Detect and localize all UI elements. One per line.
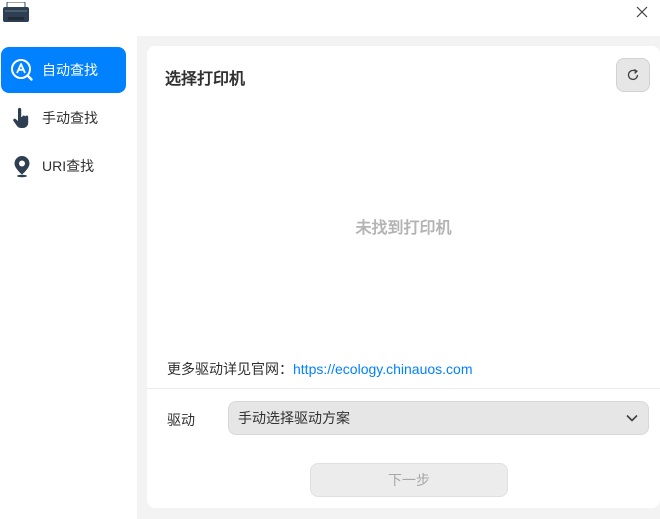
more-drivers-info: 更多驱动详见官网：https://ecology.chinauos.com <box>167 359 473 379</box>
divider <box>147 388 660 389</box>
sidebar-item-manual-search[interactable]: 手动查找 <box>1 95 126 141</box>
hand-pointer-icon <box>10 106 34 130</box>
chevron-down-icon <box>624 410 640 426</box>
sidebar: 自动查找 手动查找 URI查找 <box>0 36 137 519</box>
empty-state-message: 未找到打印机 <box>355 220 452 237</box>
close-button[interactable] <box>632 2 652 22</box>
more-drivers-text: 更多驱动详见官网： <box>167 361 293 377</box>
title-bar <box>0 0 660 36</box>
page-title: 选择打印机 <box>165 71 246 88</box>
driver-select[interactable]: 手动选择驱动方案 <box>228 401 649 435</box>
official-site-link[interactable]: https://ecology.chinauos.com <box>293 361 473 377</box>
auto-search-icon <box>10 58 34 82</box>
next-button[interactable]: 下一步 <box>310 463 508 497</box>
driver-label: 驱动 <box>167 412 195 428</box>
driver-select-value: 手动选择驱动方案 <box>238 410 350 426</box>
sidebar-item-uri-search[interactable]: URI查找 <box>1 143 126 189</box>
refresh-button[interactable] <box>616 58 650 92</box>
sidebar-item-label: URI查找 <box>42 158 95 174</box>
sidebar-item-auto-search[interactable]: 自动查找 <box>1 47 126 93</box>
sidebar-item-label: 自动查找 <box>42 62 98 78</box>
location-pin-icon <box>10 154 34 178</box>
sidebar-item-label: 手动查找 <box>42 110 98 126</box>
printer-icon <box>2 1 30 24</box>
close-icon <box>636 6 648 18</box>
refresh-icon <box>627 69 639 81</box>
main-panel: 选择打印机 未找到打印机 更多驱动详见官网：https://ecology.ch… <box>147 46 660 508</box>
